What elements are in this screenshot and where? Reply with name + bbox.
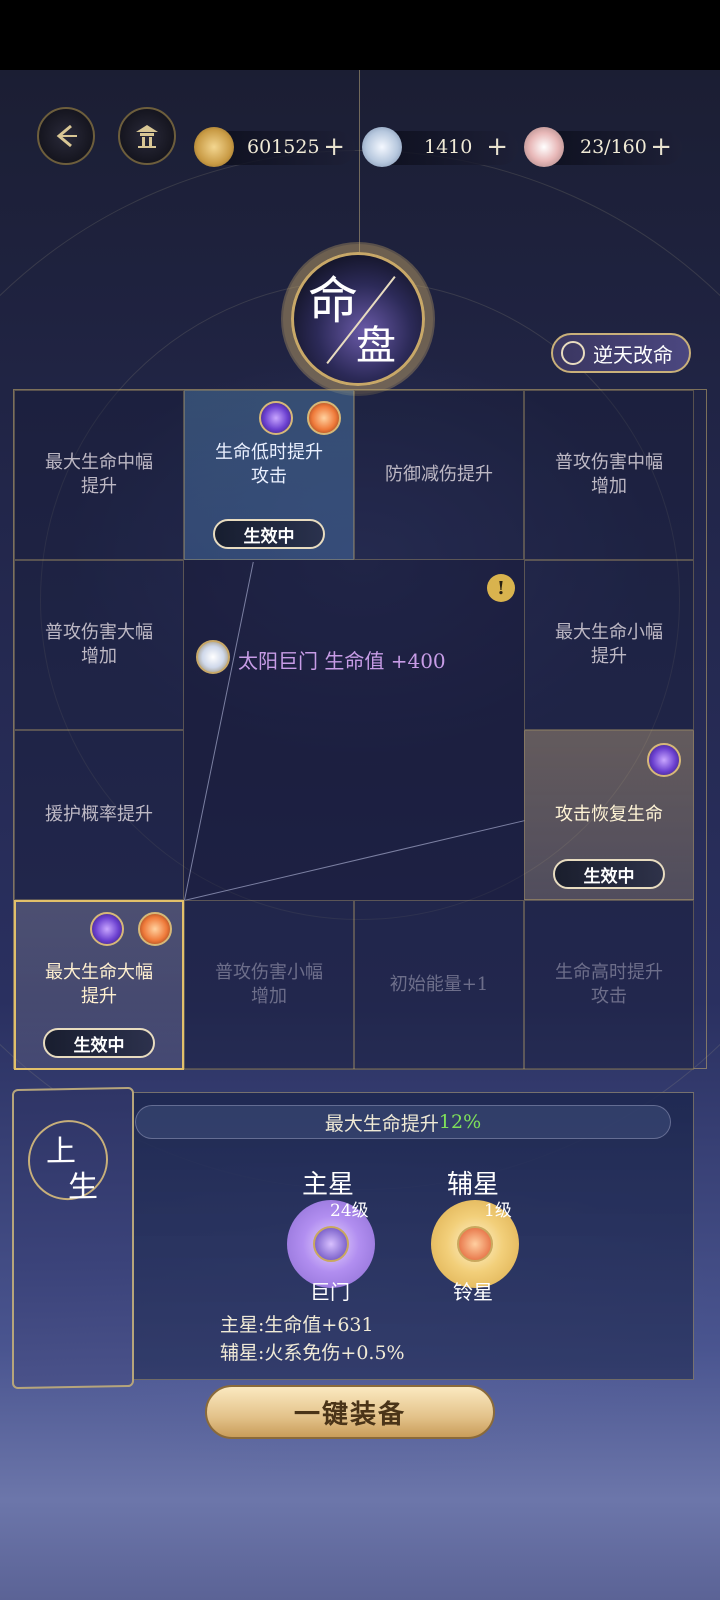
grid-cell-1[interactable]: 最大生命中幅 提升 bbox=[14, 390, 184, 560]
one-click-equip-button[interactable]: 一键装备 bbox=[205, 1385, 495, 1439]
pavilion-icon bbox=[136, 125, 158, 148]
copper-coin-icon bbox=[194, 127, 234, 167]
link-line-1 bbox=[184, 561, 254, 901]
card-char-2: 生 bbox=[68, 1169, 98, 1206]
cell-label: 生命低时提升 攻击 bbox=[215, 442, 323, 487]
orange-star-gem-icon bbox=[457, 1226, 493, 1262]
active-badge: 生效中 bbox=[553, 859, 665, 889]
orange-star-gem-icon bbox=[307, 401, 341, 435]
grid-cell-2[interactable]: 生命低时提升 攻击 生效中 bbox=[184, 390, 354, 560]
cell-label: 普攻伤害小幅 增加 bbox=[215, 962, 323, 1007]
cell-label: 最大生命小幅 提升 bbox=[555, 622, 663, 667]
shangsheng-card[interactable]: 上 生 bbox=[12, 1086, 134, 1390]
mirror-icon bbox=[196, 640, 230, 674]
back-arrow-icon bbox=[56, 124, 77, 148]
jade-amount: 1410 bbox=[424, 136, 473, 158]
home-button[interactable] bbox=[118, 107, 176, 165]
nitian-gaiming-button[interactable]: 逆天改命 bbox=[551, 333, 691, 373]
cell-label: 最大生命大幅 提升 bbox=[45, 962, 153, 1007]
cell-label: 普攻伤害中幅 增加 bbox=[555, 452, 663, 497]
main-star-level: 24级 bbox=[330, 1201, 369, 1221]
bonus-summary-bar: 最大生命提升 12% bbox=[135, 1105, 671, 1139]
destiny-plate-screen: 601525 + 1410 + 23/160 + 命 盘 逆天改命 最大生命中幅… bbox=[0, 0, 720, 1600]
center-info-area: 太阳巨门 生命值 +400 ! bbox=[184, 560, 525, 901]
grid-cell-9-selected[interactable]: 最大生命大幅 提升 生效中 bbox=[14, 900, 184, 1070]
destiny-plate-emblem: 命 盘 bbox=[291, 252, 425, 386]
orange-star-gem-icon bbox=[138, 912, 172, 946]
bonus-percent: 12% bbox=[438, 1111, 482, 1133]
cell-label: 普攻伤害大幅 增加 bbox=[45, 622, 153, 667]
resource-food: 23/160 + bbox=[524, 127, 682, 167]
cell-label: 最大生命中幅 提升 bbox=[45, 452, 153, 497]
back-button[interactable] bbox=[37, 107, 95, 165]
swirl-icon bbox=[561, 341, 585, 365]
cell-label: 攻击恢复生命 bbox=[555, 804, 663, 825]
food-amount: 23/160 bbox=[580, 136, 647, 158]
bonus-label: 最大生命提升 bbox=[324, 1112, 439, 1135]
cell-label: 初始能量+1 bbox=[389, 974, 489, 995]
emblem-char-pan: 盘 bbox=[356, 323, 396, 369]
purple-star-gem-icon bbox=[647, 743, 681, 777]
main-star-name: 巨门 bbox=[310, 1280, 350, 1304]
cell-label: 生命高时提升 攻击 bbox=[555, 962, 663, 1007]
grid-cell-4[interactable]: 普攻伤害中幅 增加 bbox=[524, 390, 694, 560]
active-badge: 生效中 bbox=[43, 1028, 155, 1058]
resource-jade: 1410 + bbox=[362, 127, 518, 167]
jade-add-button[interactable]: + bbox=[486, 133, 508, 161]
grid-cell-6[interactable]: 最大生命小幅 提升 bbox=[524, 560, 694, 730]
food-add-button[interactable]: + bbox=[650, 133, 672, 161]
cell-label: 防御减伤提升 bbox=[385, 464, 493, 485]
aux-star-level: 1级 bbox=[484, 1201, 512, 1221]
warning-icon[interactable]: ! bbox=[487, 574, 515, 602]
grid-cell-3[interactable]: 防御减伤提升 bbox=[354, 390, 524, 560]
copper-amount: 601525 bbox=[247, 136, 320, 158]
emblem-char-ming: 命 bbox=[308, 272, 358, 330]
grid-cell-7[interactable]: 援护概率提升 bbox=[14, 730, 184, 900]
aux-star-name: 铃星 bbox=[453, 1280, 493, 1304]
nitian-label: 逆天改命 bbox=[593, 342, 673, 367]
resource-copper: 601525 + bbox=[194, 127, 355, 167]
aux-star-effect: 辅星:火系免伤+0.5% bbox=[220, 1342, 405, 1364]
grid-cell-12[interactable]: 生命高时提升 攻击 bbox=[524, 900, 694, 1070]
active-badge: 生效中 bbox=[213, 519, 325, 549]
jade-orb-icon bbox=[362, 127, 402, 167]
purple-star-gem-icon bbox=[90, 912, 124, 946]
food-bowl-icon bbox=[524, 127, 564, 167]
destiny-grid: 最大生命中幅 提升 生命低时提升 攻击 生效中 防御减伤提升 普攻伤害中幅 增加… bbox=[13, 389, 707, 1070]
dial-axis-line bbox=[359, 70, 360, 270]
purple-star-gem-icon bbox=[313, 1226, 349, 1262]
grid-cell-10[interactable]: 普攻伤害小幅 增加 bbox=[184, 900, 354, 1070]
main-star-effect: 主星:生命值+631 bbox=[220, 1314, 374, 1336]
link-line-2 bbox=[184, 820, 525, 901]
grid-cell-11[interactable]: 初始能量+1 bbox=[354, 900, 524, 1070]
grid-cell-8[interactable]: 攻击恢复生命 生效中 bbox=[524, 730, 694, 900]
copper-add-button[interactable]: + bbox=[323, 133, 345, 161]
center-bonus-text: 太阳巨门 生命值 +400 bbox=[238, 649, 446, 673]
grid-cell-5[interactable]: 普攻伤害大幅 增加 bbox=[14, 560, 184, 730]
cell-label: 援护概率提升 bbox=[45, 804, 153, 825]
purple-star-gem-icon bbox=[259, 401, 293, 435]
